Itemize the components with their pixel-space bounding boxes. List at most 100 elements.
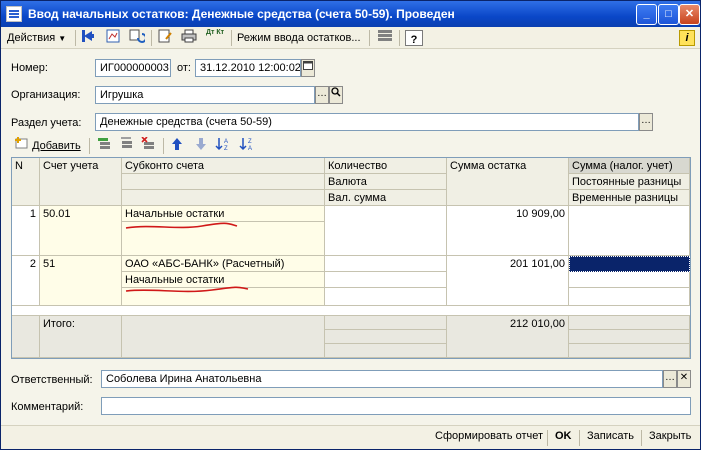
column-header-subconto-2	[122, 174, 325, 190]
move-down-icon[interactable]	[191, 137, 211, 155]
row-2-subconto-1[interactable]: ОАО «АБС-БАНК» (Расчетный)	[122, 256, 325, 272]
balances-table: N Счет учета Субконто счета Количество В…	[11, 157, 691, 359]
svg-text:A: A	[224, 139, 228, 145]
footer-currency	[325, 330, 447, 344]
generate-report-button[interactable]: Сформировать отчет	[435, 430, 543, 442]
minimize-button[interactable]: _	[636, 4, 657, 25]
row-1-quantity[interactable]	[325, 206, 447, 256]
select-ellipsis-icon[interactable]: …	[315, 86, 329, 104]
edit-row-icon[interactable]	[117, 137, 137, 155]
column-header-subconto-3	[122, 190, 325, 206]
column-header-currency-sum[interactable]: Вал. сумма	[325, 190, 447, 206]
footer-tax-sum	[569, 316, 690, 330]
responsible-field[interactable]: Соболева Ирина Анатольевна	[101, 370, 663, 388]
add-row-button[interactable]: Добавить	[15, 137, 81, 155]
row-1-balance[interactable]: 10 909,00	[447, 206, 569, 256]
row-2-const-diff[interactable]	[569, 272, 690, 288]
svg-text:Z: Z	[224, 146, 228, 151]
close-window-button[interactable]: ✕	[679, 4, 700, 25]
row-1-tax-sum[interactable]	[569, 206, 690, 256]
document-window: Ввод начальных остатков: Денежные средст…	[0, 0, 701, 450]
print-icon[interactable]	[179, 29, 199, 47]
organization-field[interactable]: Игрушка	[95, 86, 315, 104]
annotation-underline	[125, 286, 249, 293]
maximize-button[interactable]: □	[658, 4, 679, 25]
list-settings-icon[interactable]	[375, 29, 395, 47]
svg-text:Z: Z	[248, 139, 252, 145]
document-structure-icon[interactable]	[103, 29, 123, 47]
footer-temp-diff	[569, 344, 690, 358]
organization-label: Организация:	[11, 89, 81, 101]
column-header-quantity[interactable]: Количество	[325, 158, 447, 174]
ok-button[interactable]: OK	[555, 430, 572, 442]
date-field[interactable]: 31.12.2010 12:00:02	[195, 59, 301, 77]
toolbar-separator	[75, 30, 76, 46]
column-header-const-diff[interactable]: Постоянные разницы	[569, 174, 690, 190]
row-2-quantity[interactable]	[325, 256, 447, 272]
row-2-temp-diff[interactable]	[569, 288, 690, 306]
column-header-account[interactable]: Счет учета	[40, 158, 122, 206]
toolbar-separator	[151, 30, 152, 46]
select-ellipsis-icon[interactable]: …	[663, 370, 677, 388]
actions-menu[interactable]: Действия ▼	[7, 29, 66, 47]
window-title: Ввод начальных остатков: Денежные средст…	[28, 7, 455, 21]
toolbar-separator	[369, 30, 370, 46]
row-1-n[interactable]: 1	[12, 206, 40, 256]
column-header-subconto[interactable]: Субконто счета	[122, 158, 325, 174]
select-ellipsis-icon[interactable]: …	[639, 113, 653, 131]
search-icon[interactable]	[329, 86, 343, 104]
row-1-account[interactable]: 50.01	[40, 206, 122, 256]
row-2-n[interactable]: 2	[12, 256, 40, 306]
comment-field[interactable]	[101, 397, 691, 415]
row-2-tax-sum[interactable]	[569, 256, 690, 272]
go-back-icon[interactable]	[79, 29, 99, 47]
section-field[interactable]: Денежные средства (счета 50-59)	[95, 113, 639, 131]
column-header-tax-sum[interactable]: Сумма (налог. учет)	[569, 158, 690, 174]
footer-n	[12, 316, 40, 358]
document-icon	[6, 6, 22, 22]
chevron-down-icon: ▼	[58, 34, 67, 43]
empty-area	[12, 306, 690, 316]
calendar-icon[interactable]	[301, 59, 315, 77]
close-button[interactable]: Закрыть	[649, 430, 691, 442]
save-button[interactable]: Записать	[587, 430, 634, 442]
toolbar-separator	[579, 430, 580, 446]
row-2-currency[interactable]	[325, 272, 447, 288]
date-label: от:	[177, 62, 191, 74]
row-2-currency-sum[interactable]	[325, 288, 447, 306]
post-document-icon[interactable]	[155, 29, 175, 47]
table-toolbar: Добавить AZ ZA	[1, 135, 700, 157]
sort-descending-icon[interactable]: ZA	[237, 137, 257, 155]
column-header-n[interactable]: N	[12, 158, 40, 206]
balance-mode-button[interactable]: Режим ввода остатков...	[237, 29, 361, 47]
move-up-icon[interactable]	[167, 137, 187, 155]
refresh-icon[interactable]	[127, 29, 147, 47]
balance-mode-label: Режим ввода остатков...	[237, 32, 361, 44]
comment-label: Комментарий:	[11, 401, 84, 413]
responsible-label: Ответственный:	[11, 374, 93, 386]
toolbar-separator	[163, 138, 164, 154]
add-row-label: Добавить	[32, 140, 81, 152]
debit-credit-icon[interactable]: Дт Кт	[205, 29, 225, 47]
dt-kt-label: Дт Кт	[205, 29, 225, 36]
toolbar-separator	[399, 30, 400, 46]
info-button[interactable]: i	[679, 30, 695, 46]
add-row-icon	[15, 137, 28, 149]
sort-ascending-icon[interactable]: AZ	[213, 137, 233, 155]
copy-row-icon[interactable]	[95, 137, 115, 155]
column-header-temp-diff[interactable]: Временные разницы	[569, 190, 690, 206]
delete-row-icon[interactable]	[139, 136, 159, 155]
clear-icon[interactable]: ✕	[677, 370, 691, 388]
toolbar-separator	[547, 430, 548, 446]
help-button[interactable]: ?	[405, 30, 423, 46]
row-2-balance[interactable]: 201 101,00	[447, 256, 569, 306]
svg-text:A: A	[248, 146, 252, 151]
section-label: Раздел учета:	[11, 117, 82, 129]
command-bar: Сформировать отчет OK Записать Закрыть	[1, 425, 700, 449]
column-header-balance[interactable]: Сумма остатка	[447, 158, 569, 206]
column-header-currency[interactable]: Валюта	[325, 174, 447, 190]
footer-quantity	[325, 316, 447, 330]
number-field[interactable]: ИГ000000003	[95, 59, 171, 77]
actions-menu-label: Действия	[7, 32, 56, 44]
row-2-account[interactable]: 51	[40, 256, 122, 306]
